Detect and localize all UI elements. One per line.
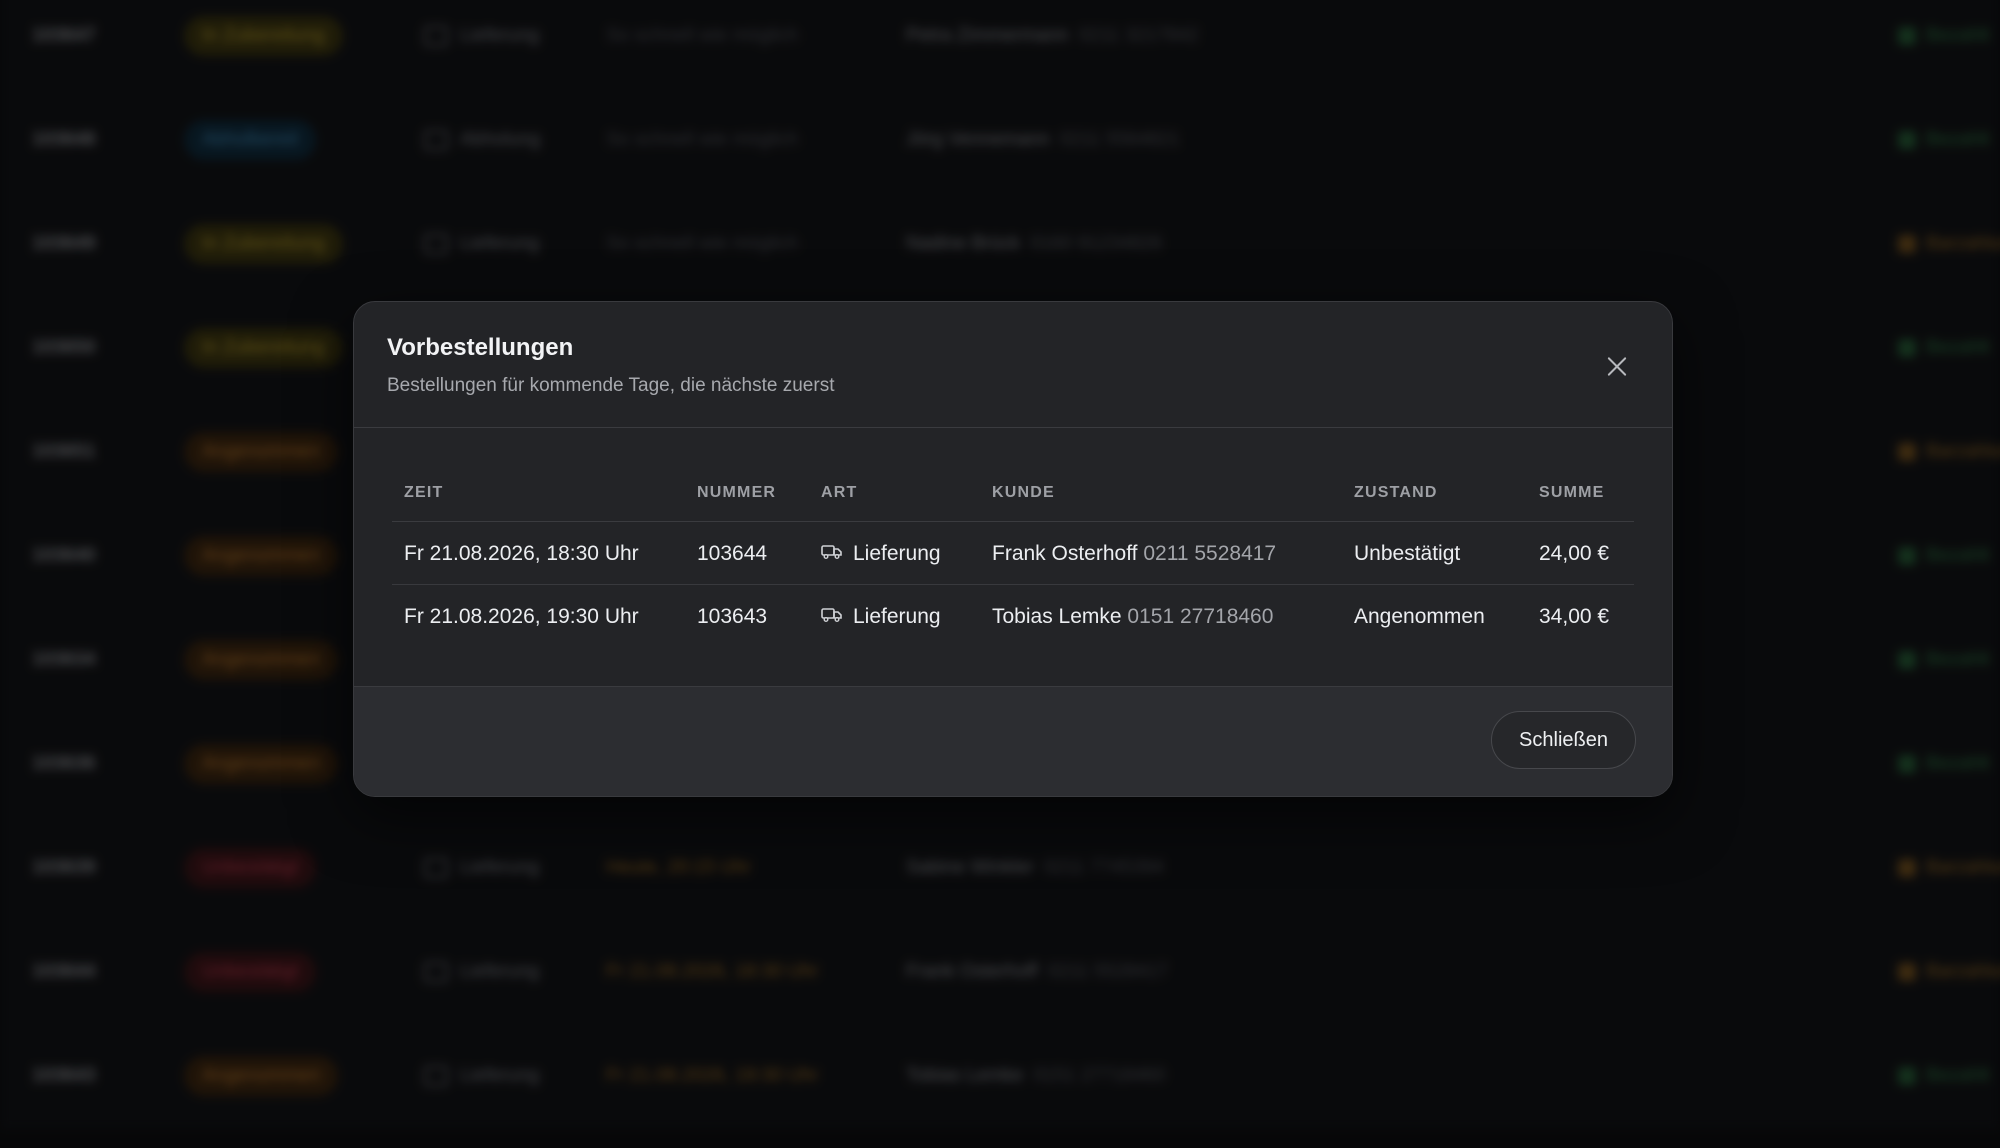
close-button[interactable]: Schließen (1491, 711, 1636, 769)
cell-sum: 34,00 € (1539, 605, 1610, 628)
dialog-subtitle: Bestellungen für kommende Tage, die näch… (387, 375, 835, 396)
truck-icon (821, 545, 842, 560)
type-label: Lieferung (853, 605, 941, 628)
cell-time: Fr 21.08.2026, 19:30 Uhr (404, 605, 639, 628)
column-header-zustand[interactable]: ZUSTAND (1354, 484, 1438, 502)
close-icon[interactable] (1600, 350, 1634, 384)
column-header-zeit[interactable]: ZEIT (404, 484, 443, 502)
cell-sum: 24,00 € (1539, 542, 1610, 565)
customer-phone: 0211 5528417 (1143, 542, 1277, 565)
cell-number: 103643 (697, 605, 768, 628)
cell-customer: Tobias Lemke 0151 27718460 (992, 605, 1273, 629)
dialog-title: Vorbestellungen (387, 334, 574, 361)
column-header-summe[interactable]: SUMME (1539, 484, 1605, 502)
dialog-body: ZEIT NUMMER ART KUNDE ZUSTAND SUMME Fr 2… (354, 428, 1672, 686)
cell-time: Fr 21.08.2026, 18:30 Uhr (404, 542, 639, 565)
customer-phone: 0151 27718460 (1127, 605, 1274, 628)
customer-name: Frank Osterhoff (992, 542, 1138, 565)
table-header-row: ZEIT NUMMER ART KUNDE ZUSTAND SUMME (392, 464, 1634, 522)
cell-status: Unbestätigt (1354, 542, 1461, 565)
preorders-table: ZEIT NUMMER ART KUNDE ZUSTAND SUMME Fr 2… (392, 464, 1634, 647)
cell-type: Lieferung (821, 605, 941, 629)
cell-number: 103644 (697, 542, 768, 565)
column-header-art[interactable]: ART (821, 484, 857, 502)
customer-name: Tobias Lemke (992, 605, 1122, 628)
table-row[interactable]: Fr 21.08.2026, 19:30 Uhr 103643 Lieferun… (392, 585, 1634, 647)
preorders-dialog: Vorbestellungen Bestellungen für kommend… (353, 301, 1673, 797)
dialog-footer: Schließen (354, 686, 1672, 796)
column-header-nummer[interactable]: NUMMER (697, 484, 776, 502)
cell-status: Angenommen (1354, 605, 1485, 628)
cell-type: Lieferung (821, 542, 941, 566)
dialog-header: Vorbestellungen Bestellungen für kommend… (354, 302, 1672, 428)
cell-customer: Frank Osterhoff 0211 5528417 (992, 542, 1276, 566)
type-label: Lieferung (853, 542, 941, 565)
table-row[interactable]: Fr 21.08.2026, 18:30 Uhr 103644 Lieferun… (392, 522, 1634, 585)
column-header-kunde[interactable]: KUNDE (992, 484, 1055, 502)
truck-icon (821, 608, 842, 623)
